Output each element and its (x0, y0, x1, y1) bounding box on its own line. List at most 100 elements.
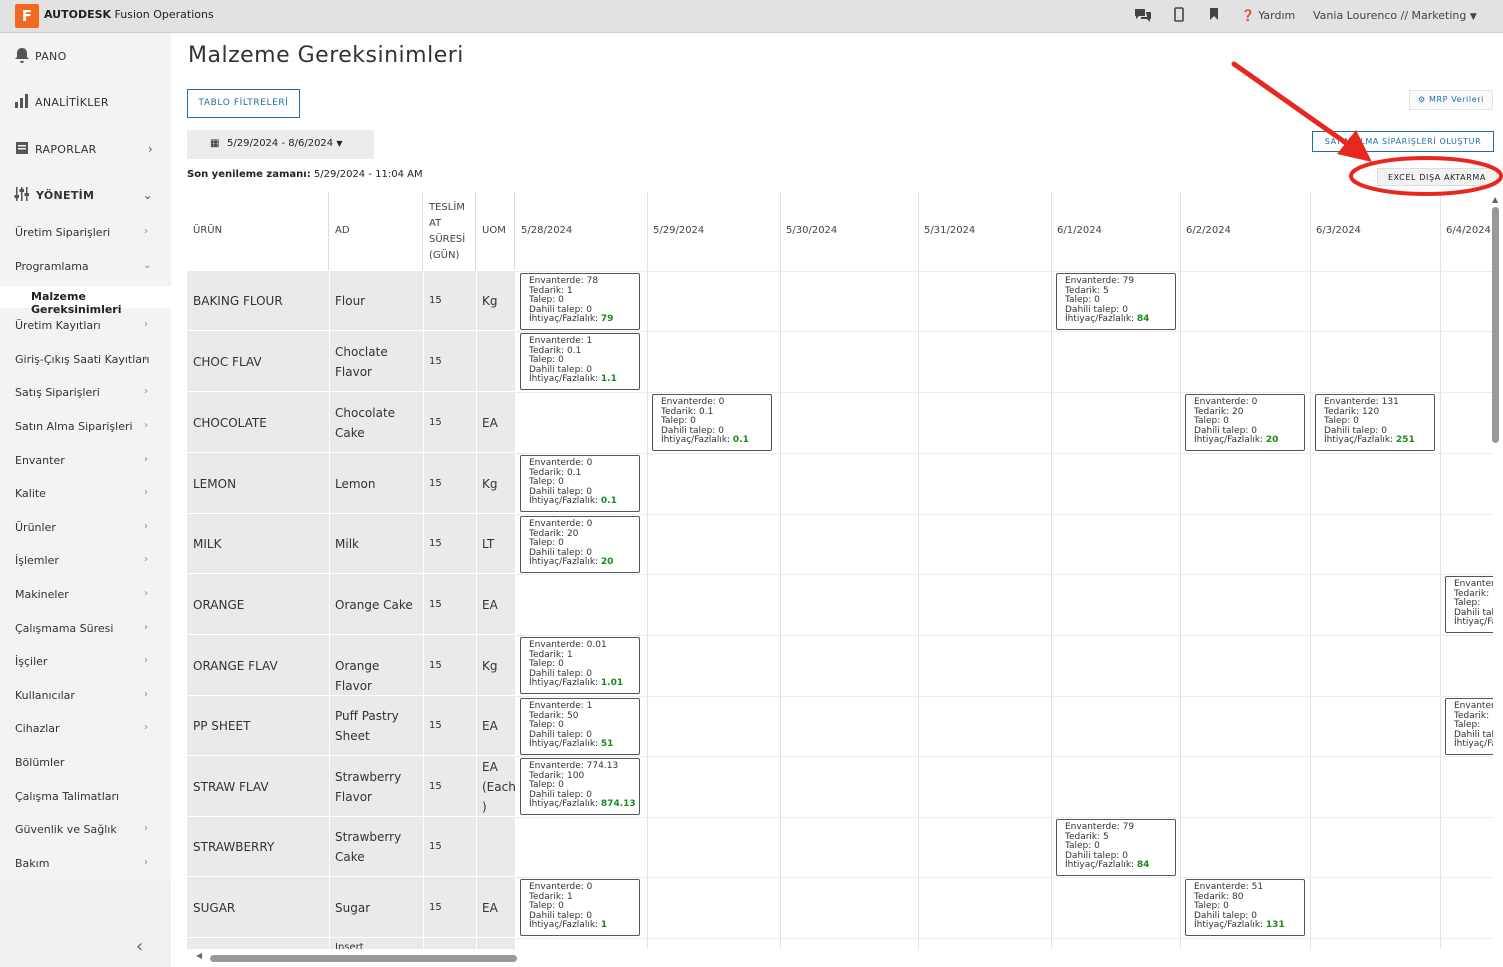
sidebar-subitem-19[interactable]: Bakım › (15, 857, 148, 870)
vertical-scroll-thumb[interactable] (1492, 207, 1499, 443)
sidebar-item-1[interactable]: ANALİTİKLER (0, 93, 171, 113)
sidebar-subitem-label: Çalışma Talimatları (15, 790, 120, 803)
chevron-right-icon: › (144, 857, 148, 868)
sidebar-subitem-14[interactable]: Kullanıcılar › (15, 689, 148, 702)
caret-down-icon: ▼ (336, 139, 343, 148)
mrp-cell-card[interactable]: Envanterde: 131 Tedarik: 120 Talep: 0 Dahil… (1315, 394, 1435, 451)
date-column-header[interactable]: 6/1/2024 (1051, 192, 1180, 270)
mrp-cell-card[interactable]: Envanterde: 78 Tedarik: 1 Talep: 0 Dahili t… (520, 273, 640, 330)
card-net-value: 1.01 (600, 678, 624, 689)
mrp-cell-card[interactable]: Envanterde: Tedarik: Talep: Dahili talep… (1445, 698, 1493, 755)
mrp-cell-card[interactable]: Envanterde: 0.01 Tedarik: 1 Talep: 0 Dahili… (520, 637, 640, 694)
row-divider (515, 938, 1493, 939)
mrp-cell-card[interactable]: Envanterde: 51 Tedarik: 80 Talep: 0 Dahili … (1185, 879, 1305, 936)
cell-name: Strawberry Cake (335, 830, 402, 864)
sidebar-item-3[interactable]: YÖNETİM ⌄ (0, 186, 171, 206)
mrp-cell-card[interactable]: Envanterde: 0 Tedarik: 0.1 Talep: 0 Dahili … (520, 455, 640, 512)
mrp-cell-card[interactable]: Envanterde: 774.13 Tedarik: 100 Talep: 0 Da… (520, 758, 640, 815)
cell-uom: Kg (482, 294, 498, 308)
user-menu[interactable]: Vania Lourenco // Marketing ▼ (1313, 9, 1477, 22)
bell-icon (14, 47, 32, 65)
sidebar-subitem-5[interactable]: Satış Siparişleri › (15, 386, 148, 399)
mrp-cell-card[interactable]: Envanterde: 79 Tedarik: 5 Talep: 0 Dahili t… (1056, 819, 1176, 876)
sidebar-subitem-2[interactable]: Malzeme Gereksinimleri (31, 290, 171, 316)
chevron-right-icon: › (144, 420, 148, 431)
sidebar-subitem-label: Bakım (15, 857, 50, 870)
column-header[interactable]: TESLİM AT SÜRESİ (GÜN) (423, 192, 476, 270)
column-header[interactable]: AD (329, 192, 423, 270)
column-header[interactable]: UOM (476, 192, 515, 270)
column-header-label: ÜRÜN (193, 225, 223, 236)
help-link[interactable]: ❓ Yardım (1241, 9, 1295, 22)
sidebar-subitem-18[interactable]: Güvenlik ve Sağlık › (15, 823, 148, 836)
mrp-cell-card[interactable]: Envanterde: 79 Tedarik: 5 Talep: 0 Dahili t… (1056, 273, 1176, 330)
bookmark-icon[interactable] (1209, 7, 1219, 25)
date-column-header[interactable]: 5/28/2024 (515, 192, 647, 270)
date-column-header[interactable]: 6/4/2024 (1440, 192, 1493, 270)
cell-product: STRAW FLAV (193, 779, 269, 794)
sidebar-item-2[interactable]: RAPORLAR › (0, 140, 171, 160)
sidebar-item-label: RAPORLAR (35, 143, 97, 156)
date-column-header[interactable]: 5/31/2024 (918, 192, 1051, 270)
sidebar-subitem-12[interactable]: Çalışmama Süresi › (15, 622, 148, 635)
cell-uom: LT (482, 537, 495, 551)
sidebar-subitem-0[interactable]: Üretim Siparişleri › (15, 226, 148, 239)
horizontal-scroll-thumb[interactable] (210, 955, 517, 962)
sidebar-item-0[interactable]: PANO (0, 47, 171, 67)
mrp-cell-card[interactable]: Envanterde: 1 Tedarik: 50 Talep: 0 Dahili t… (520, 698, 640, 755)
sidebar-subitem-17[interactable]: Çalışma Talimatları (15, 790, 119, 803)
sidebar-subitem-13[interactable]: İşçiler › (15, 655, 148, 668)
mrp-data-button[interactable]: ⚙ MRP Verileri (1409, 90, 1493, 110)
cell-lead-time: 15 (429, 295, 442, 306)
card-net-line: İhtiyaç/Fazlalık: 20 (1194, 435, 1279, 446)
column-header[interactable]: ÜRÜN (187, 192, 329, 270)
sidebar-subitem-11[interactable]: Makineler › (15, 588, 148, 601)
mrp-cell-card[interactable]: Envanterde: 0 Tedarik: 1 Talep: 0 Dahili ta… (520, 879, 640, 936)
card-net-line: İhtiyaç/Fazlalık: 874.13 (529, 799, 636, 810)
chevron-right-icon: › (144, 319, 148, 330)
cell-uom: EA (482, 415, 498, 430)
collapse-sidebar-icon[interactable]: ‹ (136, 936, 143, 957)
refresh-value: 5/29/2024 - 11:04 AM (313, 169, 423, 180)
sidebar-subitem-1[interactable]: Programlama ⌄ (15, 260, 151, 273)
mobile-icon[interactable] (1174, 7, 1184, 26)
sidebar-subitem-16[interactable]: Bölümler (15, 756, 64, 769)
table-filters-button[interactable]: TABLO FİLTRELERİ (187, 89, 300, 118)
mrp-cell-card[interactable]: Envanterde: Tedarik: Talep: Dahili talep… (1445, 576, 1493, 633)
calendar-icon: ▦ (210, 138, 220, 149)
mrp-cell-card[interactable]: Envanterde: 0 Tedarik: 20 Talep: 0 Dahili t… (520, 516, 640, 573)
card-net-value: 1.1 (600, 374, 617, 385)
mrp-cell-card[interactable]: Envanterde: 1 Tedarik: 0.1 Talep: 0 Dahili … (520, 333, 640, 390)
sidebar-subitem-15[interactable]: Cihazlar › (15, 722, 148, 735)
sidebar-subitem-6[interactable]: Satın Alma Siparişleri › (15, 420, 148, 433)
sidebar-subitem-label: İşlemler (15, 554, 59, 567)
date-column-header[interactable]: 5/29/2024 (647, 192, 780, 270)
date-column-header[interactable]: 6/2/2024 (1180, 192, 1310, 270)
mrp-cell-card[interactable]: Envanterde: 0 Tedarik: 0.1 Talep: 0 Dahili … (652, 394, 772, 451)
date-column-header[interactable]: 5/30/2024 (780, 192, 918, 270)
date-range-picker[interactable]: ▦ 5/29/2024 - 8/6/2024 ▼ (187, 130, 374, 159)
horizontal-scrollbar[interactable]: ◀ (196, 951, 1503, 963)
vertical-scrollbar[interactable]: ▲ (1491, 195, 1501, 957)
card-net-line: İhtiyaç/Fazlalık: 84 (1065, 314, 1150, 325)
mrp-cell-card[interactable]: Envanterde: 0 Tedarik: 20 Talep: 0 Dahili t… (1185, 394, 1305, 451)
excel-export-button[interactable]: EXCEL DIŞA AKTARMA (1377, 168, 1497, 186)
date-column-header[interactable]: 6/3/2024 (1310, 192, 1440, 270)
sidebar-subitem-label: Giriş-Çıkış Saati Kayıtları (15, 353, 150, 366)
sidebar-subitem-10[interactable]: İşlemler › (15, 554, 148, 567)
page-title: Malzeme Gereksinimleri (188, 43, 464, 68)
chat-icon[interactable] (1134, 7, 1152, 27)
sidebar-subitem-8[interactable]: Kalite › (15, 487, 148, 500)
row-divider (515, 331, 1493, 332)
sidebar-subitem-9[interactable]: Ürünler › (15, 521, 148, 534)
sidebar-subitem-4[interactable]: Giriş-Çıkış Saati Kayıtları › (15, 353, 150, 366)
sliders-icon (14, 186, 32, 204)
cell-uom: Kg (482, 658, 498, 673)
card-net-value: 84 (1136, 860, 1150, 871)
sidebar-subitem-7[interactable]: Envanter › (15, 454, 148, 467)
top-bar: F AUTODESK Fusion Operations ❓ Yardım Va… (0, 0, 1503, 33)
sidebar-subitem-3[interactable]: Üretim Kayıtları › (15, 319, 148, 332)
card-net-value: 874.13 (600, 799, 636, 810)
create-purchase-orders-button[interactable]: SATIN ALMA SİPARİŞLERİ OLUŞTUR (1312, 131, 1494, 152)
column-divider (647, 192, 648, 949)
